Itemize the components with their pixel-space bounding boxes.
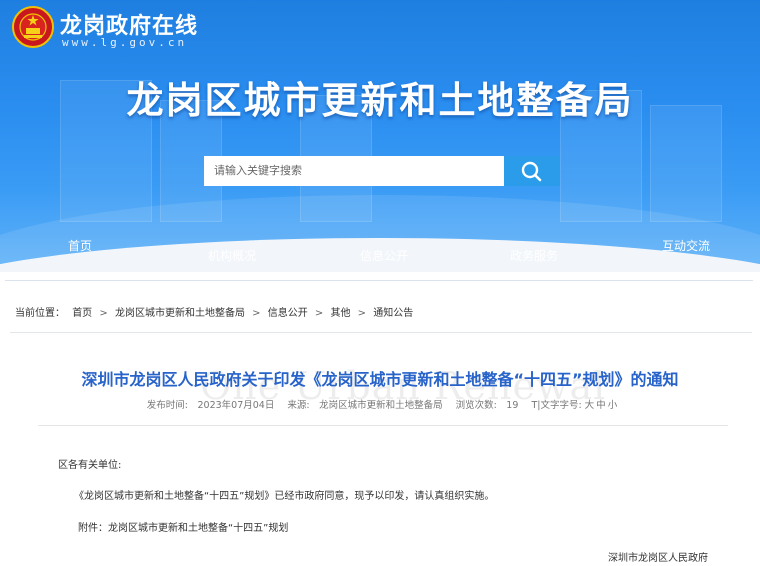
nav-item-interaction[interactable]: 互动交流 [662,237,710,254]
breadcrumb-info[interactable]: 信息公开 [268,308,308,319]
national-emblem-icon [12,6,54,48]
nav-item-home[interactable]: 首页 [68,237,92,254]
article-meta: 发布时间: 2023年07月04日 来源: 龙岗区城市更新和土地整备局 浏览次数… [0,397,760,411]
search-icon [521,161,542,182]
site-url: www.lg.gov.cn [62,36,188,49]
attachment-link[interactable]: 附件：龙岗区城市更新和土地整备“十四五”规划 [78,519,288,534]
nav-item-info-disclosure[interactable]: 信息公开 [360,247,408,264]
nav-item-gov-service[interactable]: 政务服务 [510,247,558,264]
breadcrumb-home[interactable]: 首页 [72,308,92,319]
search-input[interactable]: 请输入关键字搜索 [204,156,504,186]
divider [10,332,752,333]
department-title: 龙岗区城市更新和土地整备局 [126,79,634,122]
nav-item-organization[interactable]: 机构概况 [208,247,256,264]
breadcrumb-prefix: 当前位置： [15,308,65,319]
font-size-label: T|文字字号: [531,400,582,411]
breadcrumb-separator: > [252,308,261,319]
article-body: 《龙岗区城市更新和土地整备“十四五”规划》已经市政府同意，现予以印发，请认真组织… [74,491,495,502]
breadcrumb: 当前位置： 首页 > 龙岗区城市更新和土地整备局 > 信息公开 > 其他 > 通… [15,304,417,319]
header-banner: 龙岗政府在线 www.lg.gov.cn 龙岗区城市更新和土地整备局 请输入关键… [0,0,760,272]
main-nav: 首页 机构概况 信息公开 政务服务 互动交流 [0,228,760,268]
article-title: 深圳市龙岗区人民政府关于印发《龙岗区城市更新和土地整备“十四五”规划》的通知 [81,370,679,389]
breadcrumb-department[interactable]: 龙岗区城市更新和土地整备局 [115,308,245,319]
article-salutation: 区各有关单位: [58,460,122,471]
font-size-medium-button[interactable]: 中 [596,400,606,411]
divider [38,425,728,426]
article-source: 来源: 龙岗区城市更新和土地整备局 [287,400,443,411]
font-size-large-button[interactable]: 大 [585,400,595,411]
font-size-small-button[interactable]: 小 [608,400,618,411]
breadcrumb-separator: > [314,308,324,319]
article-signature: 深圳市龙岗区人民政府 [608,553,708,564]
breadcrumb-separator: > [99,308,108,319]
search-button[interactable] [504,156,560,186]
view-count: 浏览次数: 19 [455,400,519,411]
breadcrumb-separator: > [357,308,367,319]
breadcrumb-other[interactable]: 其他 [330,308,350,319]
publish-date: 发布时间: 2023年07月04日 [146,400,275,411]
breadcrumb-notice[interactable]: 通知公告 [373,308,413,319]
